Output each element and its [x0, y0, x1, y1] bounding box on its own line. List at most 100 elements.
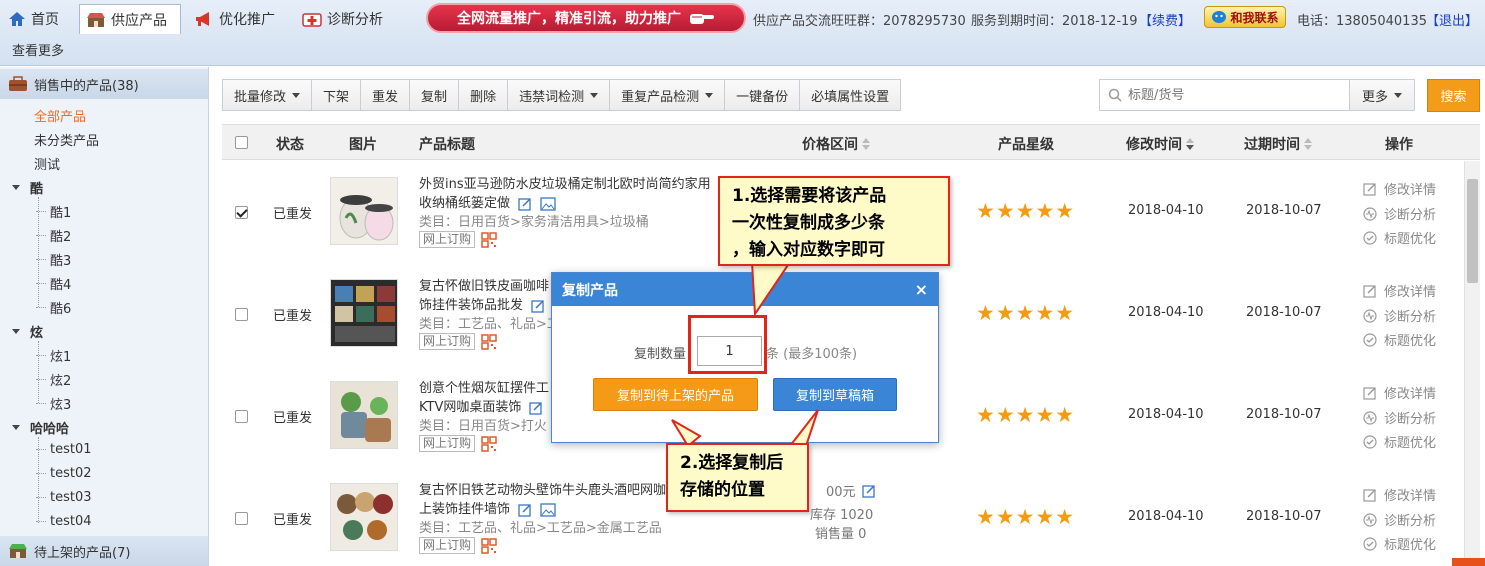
search-input[interactable]: [1128, 87, 1328, 103]
sidebar-child[interactable]: 酷1: [36, 202, 71, 221]
edit-icon[interactable]: [518, 503, 532, 517]
more-dropdown-button[interactable]: 更多: [1349, 79, 1415, 111]
product-title[interactable]: 外贸ins亚马逊防水皮垃圾桶定制北欧时尚简约家用 收纳桶纸篓定做: [419, 175, 711, 213]
sidebar-child[interactable]: 酷3: [36, 250, 71, 269]
online-order-badge[interactable]: 网上订购: [419, 537, 476, 554]
product-title[interactable]: 复古怀做旧铁皮画咖啡 饰挂件装饰品批发: [419, 277, 549, 315]
sidebar-child[interactable]: 酷4: [36, 274, 71, 293]
annotation-line: 一次性复制成多少条: [732, 213, 885, 233]
sidebar-child[interactable]: 酷2: [36, 226, 71, 245]
delete-button[interactable]: 删除: [459, 80, 509, 110]
banned-words-check-button[interactable]: 违禁词检测: [508, 80, 611, 110]
product-thumbnail[interactable]: [330, 381, 398, 449]
online-order-badge[interactable]: 网上订购: [419, 333, 476, 350]
action-diagnose[interactable]: 诊断分析: [1363, 306, 1436, 325]
col-expires[interactable]: 过期时间: [1244, 134, 1312, 154]
col-image: 图片: [349, 137, 377, 153]
image-icon[interactable]: [540, 196, 556, 211]
batch-edit-button[interactable]: 批量修改: [223, 80, 313, 110]
action-optimize-title[interactable]: 标题优化: [1363, 228, 1436, 247]
edit-icon[interactable]: [861, 484, 876, 498]
row-checkbox[interactable]: [235, 512, 248, 525]
action-diagnose[interactable]: 诊断分析: [1363, 204, 1436, 223]
row-checkbox[interactable]: [235, 206, 248, 219]
qr-code-icon[interactable]: [481, 231, 497, 248]
sidebar-child[interactable]: 酷6: [36, 298, 71, 317]
select-all-checkbox[interactable]: [235, 136, 248, 149]
close-icon[interactable]: ×: [915, 280, 928, 299]
copy-button[interactable]: 复制: [410, 80, 460, 110]
search-button[interactable]: 搜索: [1427, 79, 1480, 112]
row-checkbox[interactable]: [235, 308, 248, 321]
edit-icon[interactable]: [531, 299, 545, 313]
copy-to-pending-button[interactable]: 复制到待上架的产品: [593, 378, 758, 411]
sort-icon: [1304, 138, 1312, 150]
product-title[interactable]: 复古怀旧铁艺动物头壁饰牛头鹿头酒吧网咖 上装饰挂件墙饰: [419, 481, 666, 519]
col-modified[interactable]: 修改时间: [1126, 134, 1194, 154]
qr-code-icon[interactable]: [481, 435, 497, 452]
action-diagnose[interactable]: 诊断分析: [1363, 510, 1436, 529]
action-optimize-title[interactable]: 标题优化: [1363, 534, 1436, 553]
product-title[interactable]: 创意个性烟灰缸摆件工 KTV网咖桌面装饰: [419, 379, 549, 417]
sidebar-group-ku[interactable]: 酷: [12, 178, 43, 197]
sidebar-child[interactable]: test02: [36, 466, 92, 481]
nav-diagnosis[interactable]: 诊断分析: [296, 4, 389, 34]
product-thumbnail[interactable]: [330, 177, 398, 245]
sidebar-item-all[interactable]: 全部产品: [34, 106, 86, 125]
title-line: 外贸ins亚马逊防水皮垃圾桶定制北欧时尚简约家用: [419, 177, 711, 192]
promo-banner[interactable]: 全网流量推广，精准引流，助力推广: [426, 3, 746, 33]
action-edit-detail[interactable]: 修改详情: [1363, 179, 1436, 198]
modified-date: 2018-04-10: [1128, 407, 1204, 422]
nav-supply-products[interactable]: 供应产品: [79, 4, 181, 34]
sidebar-child[interactable]: 炫3: [36, 394, 71, 413]
action-edit-detail[interactable]: 修改详情: [1363, 383, 1436, 402]
action-diagnose[interactable]: 诊断分析: [1363, 408, 1436, 427]
qr-code-icon[interactable]: [481, 333, 497, 350]
copy-quantity-unit: 条 (最多100条): [766, 347, 858, 362]
sidebar-child[interactable]: test01: [36, 442, 92, 457]
republish-button[interactable]: 重发: [361, 80, 411, 110]
col-price-label: 价格区间: [802, 137, 858, 153]
scrollbar-thumb[interactable]: [1467, 179, 1478, 283]
nav-promotion[interactable]: 优化推广: [188, 4, 281, 34]
product-thumbnail[interactable]: [330, 279, 398, 347]
image-icon[interactable]: [540, 502, 556, 517]
col-price[interactable]: 价格区间: [802, 134, 870, 154]
sidebar-child[interactable]: 炫1: [36, 346, 71, 365]
action-optimize-title[interactable]: 标题优化: [1363, 432, 1436, 451]
product-thumbnail[interactable]: [330, 483, 398, 551]
action-optimize-title[interactable]: 标题优化: [1363, 330, 1436, 349]
dialog-title-bar: 复制产品 ×: [552, 273, 938, 306]
duplicate-check-button[interactable]: 重复产品检测: [610, 80, 726, 110]
renew-link[interactable]: 【续费】: [1139, 10, 1191, 29]
copy-to-drafts-button[interactable]: 复制到草稿箱: [773, 378, 897, 411]
vertical-scrollbar[interactable]: [1464, 161, 1480, 566]
nav-home[interactable]: 首页: [2, 4, 65, 34]
sidebar-group-xuan[interactable]: 炫: [12, 322, 43, 341]
backup-button[interactable]: 一键备份: [725, 80, 801, 110]
action-label: 修改详情: [1384, 387, 1437, 402]
sidebar-group-hahaha[interactable]: 哈哈哈: [12, 418, 69, 437]
row-checkbox[interactable]: [235, 410, 248, 423]
logout-link[interactable]: 【退出】: [1426, 10, 1478, 29]
qr-code-icon[interactable]: [481, 537, 497, 554]
action-edit-detail[interactable]: 修改详情: [1363, 485, 1436, 504]
sidebar-item-uncategorized[interactable]: 未分类产品: [34, 130, 99, 149]
sidebar-child[interactable]: test03: [36, 490, 92, 505]
edit-icon[interactable]: [518, 197, 532, 211]
required-attrs-button[interactable]: 必填属性设置: [800, 80, 900, 110]
view-more-link[interactable]: 查看更多: [12, 40, 64, 59]
sidebar-child[interactable]: test04: [36, 514, 92, 529]
annotation-line: 存储的位置: [680, 480, 765, 500]
edit-icon[interactable]: [529, 401, 543, 415]
sidebar-child[interactable]: 炫2: [36, 370, 71, 389]
sidebar-on-sale-header[interactable]: 销售中的产品(38): [0, 69, 208, 99]
sidebar-pending-header[interactable]: 待上架的产品(7): [0, 536, 208, 566]
online-order-badge[interactable]: 网上订购: [419, 435, 476, 452]
unlist-button[interactable]: 下架: [312, 80, 362, 110]
sort-icon: [862, 138, 870, 150]
sidebar-item-test[interactable]: 测试: [34, 154, 60, 173]
online-order-badge[interactable]: 网上订购: [419, 231, 476, 248]
action-edit-detail[interactable]: 修改详情: [1363, 281, 1436, 300]
contact-button[interactable]: 和我联系: [1204, 6, 1286, 28]
